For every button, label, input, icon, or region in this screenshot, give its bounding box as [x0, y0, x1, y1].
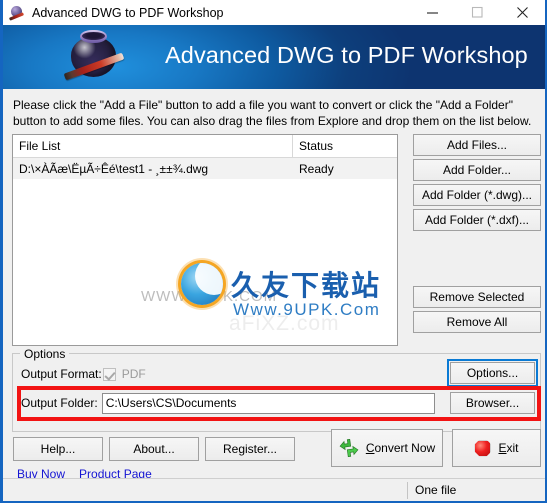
- column-header-file-list[interactable]: File List: [13, 135, 293, 157]
- header-banner: Advanced DWG to PDF Workshop: [3, 25, 545, 89]
- options-group-label: Options: [20, 347, 70, 361]
- output-format-checkbox: [102, 367, 116, 381]
- add-files-button[interactable]: Add Files...: [413, 134, 541, 156]
- status-text: One file: [415, 483, 457, 497]
- exit-accel-letter: E: [498, 441, 507, 455]
- about-button[interactable]: About...: [109, 437, 199, 461]
- title-bar: Advanced DWG to PDF Workshop: [3, 0, 545, 25]
- output-format-label: Output Format:: [21, 367, 102, 381]
- convert-now-button[interactable]: Convert Now: [331, 429, 443, 467]
- app-logo-icon: [61, 27, 127, 89]
- watermark-english-text: Www.9UPK.Com: [233, 300, 381, 319]
- window-title: Advanced DWG to PDF Workshop: [32, 5, 224, 20]
- client-area: Please click the "Add a File" button to …: [3, 89, 545, 481]
- output-folder-row: Output Folder: C:\Users\CS\Documents: [21, 392, 435, 414]
- add-folder-dxf-button[interactable]: Add Folder (*.dxf)...: [413, 209, 541, 231]
- register-button[interactable]: Register...: [205, 437, 295, 461]
- green-arrows-icon: [339, 438, 359, 458]
- status-bar: One file: [3, 478, 545, 501]
- window-controls: [410, 0, 545, 25]
- output-folder-input[interactable]: C:\Users\CS\Documents: [101, 392, 435, 414]
- watermark-chinese-text: 久友下载站: [231, 270, 382, 301]
- watermark-ghost-url-2: aFiXZ.com: [229, 312, 340, 335]
- remove-selected-button[interactable]: Remove Selected: [413, 286, 541, 308]
- column-header-status[interactable]: Status: [293, 135, 397, 157]
- exit-button[interactable]: Exit: [452, 429, 541, 467]
- instructions-text: Please click the "Add a File" button to …: [13, 98, 532, 128]
- maximize-icon[interactable]: [455, 0, 500, 25]
- remove-all-button[interactable]: Remove All: [413, 311, 541, 333]
- watermark-logo-icon: [181, 263, 223, 305]
- close-icon[interactable]: [500, 0, 545, 25]
- application-window: Advanced DWG to PDF Workshop Advanced DW…: [0, 0, 547, 503]
- options-button[interactable]: Options...: [447, 359, 538, 387]
- file-list-header: File List Status: [13, 135, 397, 158]
- inkbottle-pen-icon: [8, 4, 26, 22]
- banner-title: Advanced DWG to PDF Workshop: [165, 42, 528, 68]
- convert-label-rest: onvert Now: [374, 441, 436, 455]
- red-stop-octagon-icon: [474, 439, 492, 457]
- browser-button[interactable]: Browser...: [450, 392, 535, 414]
- help-button[interactable]: Help...: [13, 437, 103, 461]
- add-folder-dwg-button[interactable]: Add Folder (*.dwg)...: [413, 184, 541, 206]
- watermark-ghost-url: WWW.9UPK.COM: [141, 288, 278, 305]
- convert-now-label: Convert Now: [366, 441, 435, 455]
- add-folder-button[interactable]: Add Folder...: [413, 159, 541, 181]
- status-separator: [407, 482, 408, 499]
- output-format-value: PDF: [121, 367, 146, 381]
- cell-status: Ready: [299, 161, 334, 176]
- exit-label-rest: xit: [506, 441, 519, 455]
- minimize-icon[interactable]: [410, 0, 455, 25]
- watermark: WWW.9UPK.COM aFiXZ.com 久友下载站 Www.9UPK.Co…: [133, 230, 397, 340]
- table-row[interactable]: D:\×ÀÃæ\ËµÃ÷Êé\test1 - ¸±±¾.dwg Ready: [13, 158, 397, 179]
- exit-label: Exit: [498, 441, 518, 455]
- cell-file-path: D:\×ÀÃæ\ËµÃ÷Êé\test1 - ¸±±¾.dwg: [19, 161, 209, 176]
- output-format-row: Output Format: PDF: [21, 365, 146, 383]
- output-folder-label: Output Folder:: [21, 396, 98, 410]
- file-list-panel[interactable]: File List Status D:\×ÀÃæ\ËµÃ÷Êé\test1 - …: [12, 134, 398, 346]
